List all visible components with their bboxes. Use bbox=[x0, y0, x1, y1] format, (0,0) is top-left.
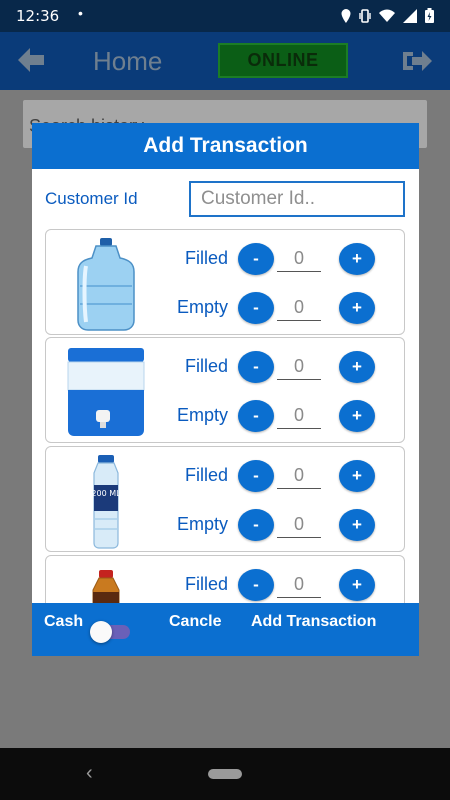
filled-label: Filled bbox=[184, 356, 228, 376]
add-transaction-dialog: Add Transaction Customer Id Filled - 0 +… bbox=[32, 123, 419, 656]
wifi-icon bbox=[379, 9, 395, 26]
product-list[interactable]: Filled - 0 + Empty - 0 + Filled - 0 + Em… bbox=[45, 229, 407, 603]
status-bar: 12:36 • bbox=[0, 0, 450, 32]
product-card-water-jar: Filled - 0 + Empty - 0 + bbox=[45, 229, 405, 335]
cash-toggle-switch[interactable] bbox=[90, 621, 112, 643]
filled-decrement-button[interactable]: - bbox=[238, 243, 274, 275]
empty-label: Empty bbox=[176, 297, 228, 317]
filled-quantity-field[interactable]: 0 bbox=[277, 244, 321, 272]
customer-id-input[interactable] bbox=[189, 181, 405, 217]
empty-quantity-field[interactable]: 0 bbox=[277, 293, 321, 321]
nav-back-icon[interactable]: ‹ bbox=[86, 762, 93, 785]
filled-quantity-field[interactable]: 0 bbox=[277, 352, 321, 380]
filled-quantity-field[interactable]: 0 bbox=[277, 461, 321, 489]
filled-increment-button[interactable]: + bbox=[339, 569, 375, 601]
filled-label: Filled bbox=[184, 574, 228, 594]
filled-decrement-button[interactable]: - bbox=[238, 460, 274, 492]
notification-dot: • bbox=[78, 5, 83, 21]
location-icon bbox=[341, 8, 351, 27]
bottle-size-label: 200 ML bbox=[91, 489, 121, 498]
empty-quantity-field[interactable]: 0 bbox=[277, 401, 321, 429]
back-arrow-icon[interactable] bbox=[14, 42, 50, 78]
product-card-water-cooler: Filled - 0 + Empty - 0 + bbox=[45, 337, 405, 443]
filled-row: Filled - 0 + bbox=[156, 457, 406, 497]
status-icons bbox=[341, 8, 434, 27]
dialog-footer: Cash Cancle Add Transaction bbox=[32, 603, 419, 656]
app-bar: Home ONLINE bbox=[0, 32, 450, 90]
filled-decrement-button[interactable]: - bbox=[238, 351, 274, 383]
empty-decrement-button[interactable]: - bbox=[238, 292, 274, 324]
empty-increment-button[interactable]: + bbox=[339, 400, 375, 432]
product-card-red-cap-bottle: Filled - 0 + bbox=[45, 555, 405, 603]
filled-increment-button[interactable]: + bbox=[339, 460, 375, 492]
empty-increment-button[interactable]: + bbox=[339, 292, 375, 324]
cash-label: Cash bbox=[44, 613, 84, 630]
filled-row: Filled - 0 + bbox=[156, 348, 406, 388]
filled-increment-button[interactable]: + bbox=[339, 351, 375, 383]
system-nav-bar: ‹ bbox=[0, 748, 450, 800]
filled-increment-button[interactable]: + bbox=[339, 243, 375, 275]
water-cooler-image bbox=[67, 348, 145, 436]
water-jar-image bbox=[77, 238, 135, 331]
logout-icon[interactable] bbox=[400, 44, 434, 78]
empty-decrement-button[interactable]: - bbox=[238, 509, 274, 541]
signal-icon bbox=[403, 8, 417, 27]
add-transaction-button[interactable]: Add Transaction bbox=[251, 613, 376, 631]
product-card-200ml-bottle: 200 ML Filled - 0 + Empty - 0 + bbox=[45, 446, 405, 552]
empty-label: Empty bbox=[176, 405, 228, 425]
empty-row: Empty - 0 + bbox=[156, 397, 406, 437]
cancel-button[interactable]: Cancle bbox=[169, 613, 221, 631]
empty-quantity-field[interactable]: 0 bbox=[277, 510, 321, 538]
filled-row: Filled - 0 + bbox=[156, 566, 406, 603]
vibrate-icon bbox=[359, 8, 371, 27]
filled-label: Filled bbox=[184, 465, 228, 485]
filled-decrement-button[interactable]: - bbox=[238, 569, 274, 601]
red-cap-bottle-image bbox=[92, 570, 120, 603]
empty-row: Empty - 0 + bbox=[156, 289, 406, 329]
status-time: 12:36 bbox=[16, 7, 60, 25]
customer-id-label: Customer Id bbox=[45, 189, 138, 208]
dialog-title: Add Transaction bbox=[32, 123, 419, 169]
filled-quantity-field[interactable]: 0 bbox=[277, 570, 321, 598]
nav-home-pill[interactable] bbox=[208, 769, 242, 779]
empty-decrement-button[interactable]: - bbox=[238, 400, 274, 432]
battery-icon bbox=[425, 8, 434, 27]
online-status-badge[interactable]: ONLINE bbox=[218, 43, 348, 78]
page-title: Home bbox=[93, 46, 163, 76]
empty-row: Empty - 0 + bbox=[156, 506, 406, 546]
filled-label: Filled bbox=[184, 248, 228, 268]
empty-increment-button[interactable]: + bbox=[339, 509, 375, 541]
empty-label: Empty bbox=[176, 514, 228, 534]
200ml-bottle-image: 200 ML bbox=[66, 453, 146, 549]
filled-row: Filled - 0 + bbox=[156, 240, 406, 280]
